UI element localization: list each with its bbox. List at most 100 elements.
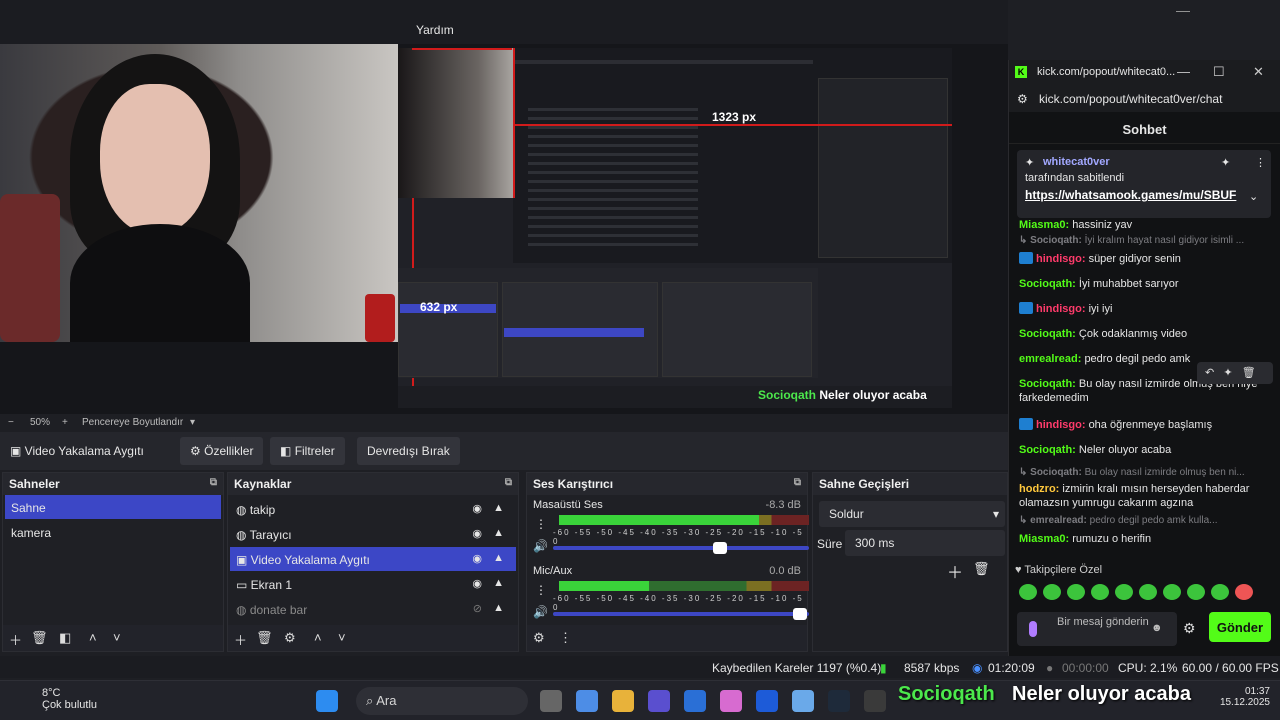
chat-username[interactable]: Socioqath: <box>1019 444 1076 456</box>
fit-window-select[interactable]: Pencereye Boyutlandır <box>82 417 183 428</box>
gear-icon[interactable]: ⚙ <box>533 630 545 646</box>
minimize-icon[interactable]: — <box>1177 64 1190 79</box>
emote-icon[interactable] <box>1139 584 1157 600</box>
move-up-icon[interactable]: ˄ <box>89 630 97 645</box>
emote-icon[interactable] <box>1115 584 1133 600</box>
chat-username[interactable]: ↳ Socioqath: <box>1019 235 1082 246</box>
deactivate-button[interactable]: Devredışı Bırak <box>357 437 460 465</box>
more-icon[interactable]: ⋮ <box>1255 156 1266 169</box>
obs-preview[interactable]: 1323 px 632 px Socioqath Neler oluyor ac… <box>0 44 1008 414</box>
add-icon[interactable]: ＋ <box>9 630 22 649</box>
chat-username[interactable]: ↳ emrealread: <box>1019 515 1087 526</box>
emote-icon[interactable] <box>1019 584 1037 600</box>
move-down-icon[interactable]: ˅ <box>113 630 121 645</box>
source-item[interactable]: ▭ Ekran 1 ◉ ▲ <box>230 572 516 596</box>
popout-icon[interactable]: ⧉ <box>794 477 801 488</box>
chat-message[interactable]: Miasma0: rumuzu o herifin <box>1019 532 1275 546</box>
chat-message[interactable]: Socioqath: Çok odaklanmış video <box>1019 327 1275 341</box>
gear-icon[interactable]: ⚙ <box>1183 620 1196 637</box>
source-item[interactable]: ◍ donate bar ⊘ ▲ <box>230 597 516 621</box>
more-icon[interactable]: ⋮ <box>535 517 547 531</box>
app-icon[interactable] <box>792 690 814 712</box>
emoji-icon[interactable]: ☻ <box>1151 622 1163 635</box>
close-icon[interactable]: ✕ <box>1253 64 1264 80</box>
chat-reply-preview[interactable]: ↳ emrealread: pedro degil pedo amk kulla… <box>1019 514 1275 528</box>
weather-widget[interactable]: 8°C Çok bulutlu <box>18 687 97 711</box>
duration-input[interactable]: 300 ms <box>845 530 1005 556</box>
emote-icon[interactable] <box>1211 584 1229 600</box>
source-item[interactable]: ◍ takip ◉ ▲ <box>230 497 516 521</box>
slider-knob[interactable] <box>793 608 807 620</box>
app-icon[interactable] <box>720 690 742 712</box>
eye-icon[interactable]: ◉ <box>472 527 482 540</box>
minimize-icon[interactable]: — <box>1176 2 1190 18</box>
emote-icon[interactable] <box>1235 584 1253 600</box>
scene-item[interactable]: Sahne <box>5 495 221 519</box>
emote-icon[interactable] <box>1091 584 1109 600</box>
chat-message[interactable]: hindisgo: iyi iyi <box>1019 302 1275 316</box>
scene-item[interactable]: kamera <box>5 520 221 544</box>
chat-message[interactable]: Socioqath: İyi muhabbet sarıyor <box>1019 277 1275 291</box>
chat-reply-preview[interactable]: ↳ Socioqath: İyi kralım hayat nasıl gidi… <box>1019 234 1275 248</box>
clock[interactable]: 01:37 15.12.2025 <box>1220 686 1270 708</box>
more-icon[interactable]: ⋮ <box>535 583 547 597</box>
chat-url-bar[interactable]: ⚙ kick.com/popout/whitecat0ver/chat <box>1009 86 1280 112</box>
emote-icon[interactable] <box>1187 584 1205 600</box>
add-icon[interactable]: ＋ <box>234 630 247 649</box>
pin-icon[interactable]: ✦ <box>1223 367 1232 379</box>
lock-icon[interactable]: ▲ <box>493 577 504 589</box>
mic-icon[interactable] <box>1029 621 1037 637</box>
chat-message[interactable]: hindisgo: oha öğrenmeye başlamış <box>1019 418 1275 432</box>
taskbar-search[interactable]: ⌕ Ara <box>356 687 528 715</box>
trash-icon[interactable]: 🗑 <box>256 630 273 646</box>
task-view-icon[interactable] <box>540 690 562 712</box>
chat-username[interactable]: hodzro: <box>1019 483 1059 495</box>
popout-icon[interactable]: ⧉ <box>505 477 512 488</box>
emote-icon[interactable] <box>1163 584 1181 600</box>
chat-message[interactable]: Miasma0: hassiniz yav <box>1019 218 1275 232</box>
more-icon[interactable]: ⋮ <box>559 630 572 646</box>
eye-hidden-icon[interactable]: ⊘ <box>473 602 482 615</box>
move-down-icon[interactable]: ˅ <box>338 630 346 645</box>
zoom-in-button[interactable]: + <box>62 417 68 428</box>
eye-icon[interactable]: ◉ <box>472 552 482 565</box>
source-item[interactable]: ◍ Tarayıcı ◉ ▲ <box>230 522 516 546</box>
lock-icon[interactable]: ▲ <box>493 502 504 514</box>
chevron-down-icon[interactable]: ⌄ <box>1249 190 1258 203</box>
store-icon[interactable] <box>684 690 706 712</box>
add-icon[interactable]: ＋ <box>947 559 963 583</box>
emote-icon[interactable] <box>1067 584 1085 600</box>
chat-username[interactable]: ↳ Socioqath: <box>1019 467 1082 478</box>
properties-button[interactable]: ⚙ Özellikler <box>180 437 264 465</box>
chat-message[interactable]: hodzro: izmirin kralı mısın herseyden ha… <box>1019 482 1275 510</box>
volume-slider[interactable] <box>553 542 809 554</box>
obs-icon[interactable] <box>864 690 886 712</box>
chat-username[interactable]: Miasma0: <box>1019 533 1069 545</box>
chat-input[interactable]: Bir mesaj gönderin ☻ <box>1017 612 1177 646</box>
lock-icon[interactable]: ▲ <box>493 552 504 564</box>
popout-icon[interactable]: ⧉ <box>210 477 217 488</box>
chat-reply-preview[interactable]: ↳ Socioqath: Bu olay nasıl izmirde olmuş… <box>1019 466 1275 480</box>
speaker-icon[interactable]: 🔊 <box>533 605 548 619</box>
trash-icon[interactable]: 🗑 <box>31 630 48 646</box>
lock-icon[interactable]: ▲ <box>493 527 504 539</box>
zoom-out-button[interactable]: − <box>8 417 14 428</box>
reply-icon[interactable]: ↶ <box>1205 367 1214 379</box>
chat-username[interactable]: hindisgo: <box>1036 419 1086 431</box>
chevron-down-icon[interactable]: ▾ <box>190 417 195 428</box>
filter-icon[interactable]: ◧ <box>59 630 71 646</box>
speaker-icon[interactable]: 🔊 <box>533 539 548 553</box>
pinned-link[interactable]: https://whatsamook.games/mu/SBUF <box>1025 188 1263 202</box>
site-info-icon[interactable]: ⚙ <box>1017 92 1028 106</box>
transition-select[interactable]: Soldur ▾ <box>819 501 1005 527</box>
copilot-icon[interactable] <box>576 690 598 712</box>
trash-icon[interactable]: 🗑 <box>1242 367 1256 379</box>
chat-username[interactable]: Socioqath: <box>1019 378 1076 390</box>
chat-username[interactable]: hindisgo: <box>1036 303 1086 315</box>
steam-icon[interactable] <box>828 690 850 712</box>
slider-knob[interactable] <box>713 542 727 554</box>
chat-username[interactable]: emrealread: <box>1019 353 1081 365</box>
maximize-icon[interactable]: ☐ <box>1213 64 1225 80</box>
eye-icon[interactable]: ◉ <box>472 502 482 515</box>
chat-username[interactable]: Socioqath: <box>1019 278 1076 290</box>
